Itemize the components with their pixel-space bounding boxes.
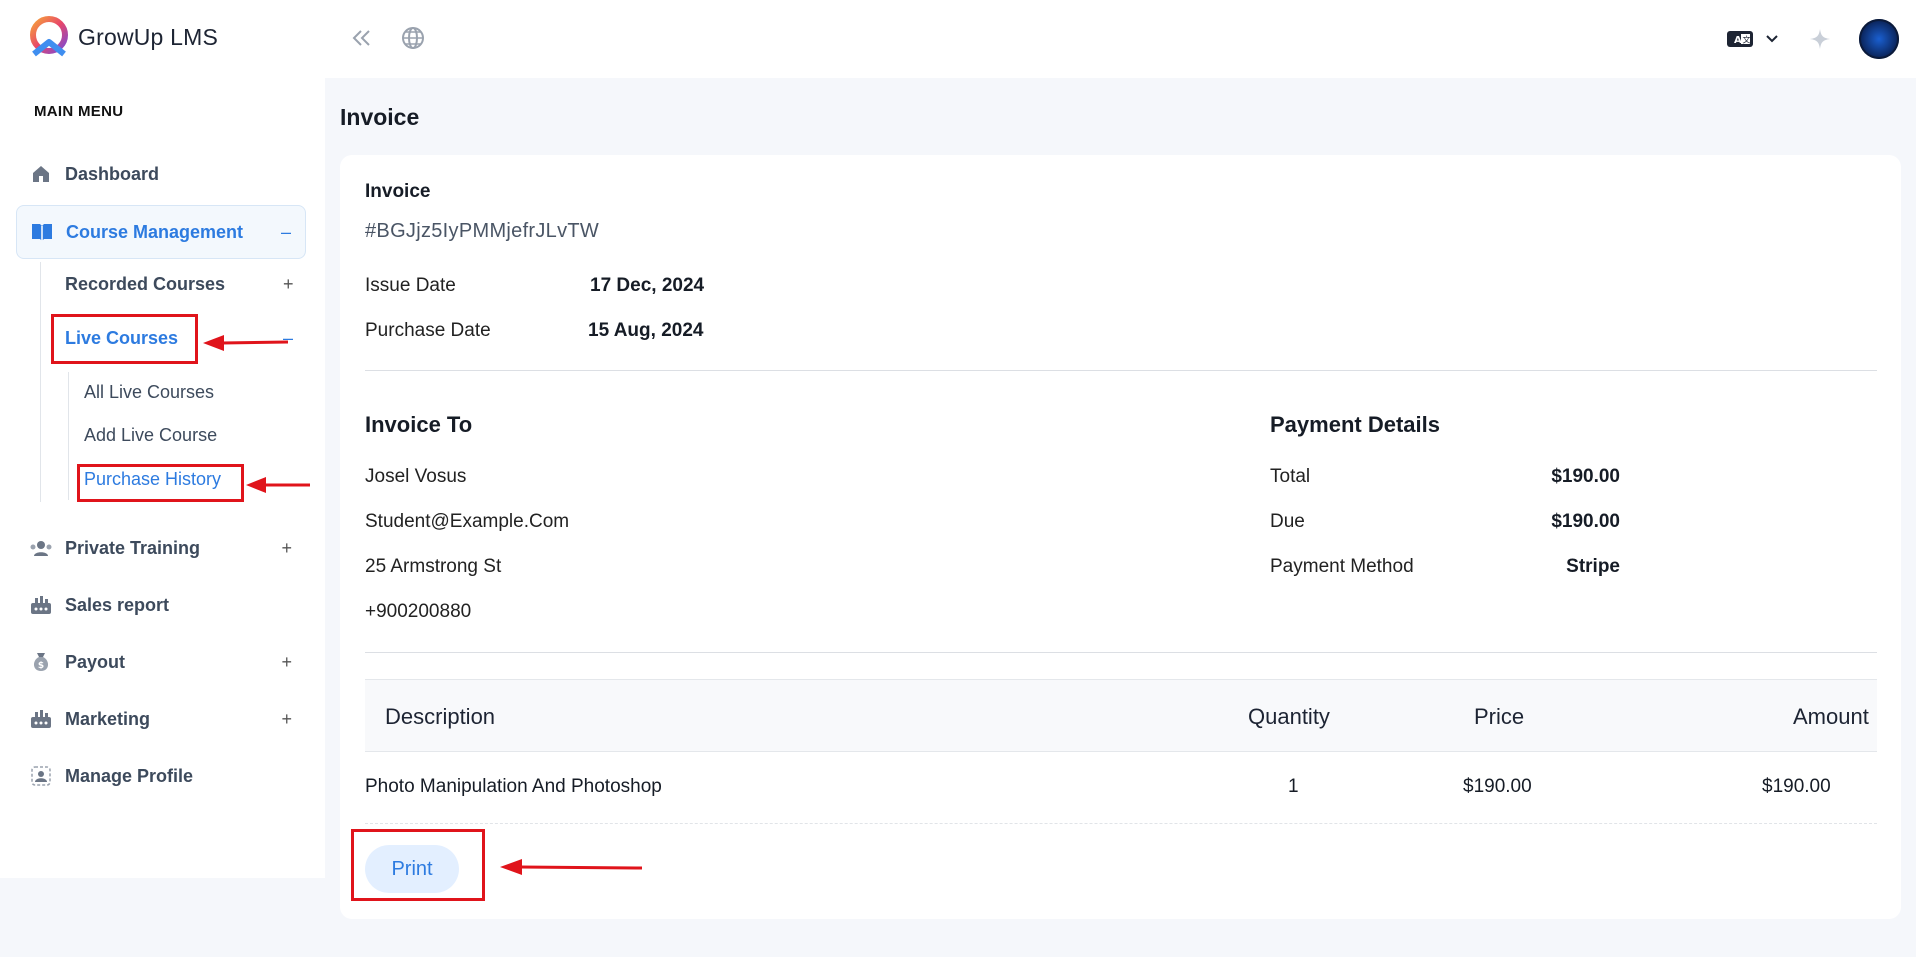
issue-date-label: Issue Date	[365, 275, 456, 296]
main-menu-heading: MAIN MENU	[34, 103, 124, 120]
row-price: $190.00	[1463, 776, 1532, 797]
svg-text:$: $	[38, 661, 44, 671]
payment-method-value: Stripe	[1566, 556, 1620, 577]
expand-toggle[interactable]: +	[281, 652, 292, 673]
users-icon	[29, 536, 53, 560]
customer-address: 25 Armstrong St	[365, 556, 502, 577]
submenu-rail	[40, 262, 41, 502]
sidebar-item-sales-report[interactable]: Sales report	[16, 578, 306, 632]
invoice-card	[340, 155, 1901, 919]
expand-toggle[interactable]: +	[283, 274, 294, 295]
home-icon	[29, 162, 53, 186]
sidebar-leaf-purchase-history[interactable]: Purchase History	[84, 469, 221, 490]
globe-icon[interactable]	[400, 25, 426, 51]
print-button[interactable]: Print	[365, 845, 459, 893]
customer-phone: +900200880	[365, 601, 472, 622]
sidebar: GrowUp LMS MAIN MENU Dashboard Course Ma…	[0, 0, 325, 878]
sparkle-icon[interactable]	[1807, 26, 1833, 52]
customer-email: Student@Example.Com	[365, 511, 570, 532]
sidebar-item-label: Course Management	[66, 221, 244, 242]
sidebar-item-dashboard[interactable]: Dashboard	[16, 147, 306, 201]
translate-icon[interactable]: A文	[1726, 27, 1754, 51]
payment-details-title: Payment Details	[1270, 412, 1440, 437]
invoice-to-title: Invoice To	[365, 412, 473, 437]
page-title: Invoice	[340, 104, 420, 130]
sidebar-item-label: Marketing	[65, 708, 151, 729]
payment-method-label: Payment Method	[1270, 556, 1414, 577]
sidebar-item-marketing[interactable]: Marketing +	[16, 692, 306, 746]
purchase-date-value: 15 Aug, 2024	[588, 320, 704, 341]
sidebar-item-label: Payout	[65, 651, 126, 672]
section-divider	[365, 652, 1877, 653]
app-logo[interactable]: GrowUp LMS	[26, 16, 218, 58]
section-divider	[365, 370, 1877, 371]
sidebar-item-label: Sales report	[65, 594, 170, 615]
invoice-label: Invoice	[365, 181, 431, 202]
issue-date-value: 17 Dec, 2024	[590, 275, 705, 296]
row-quantity: 1	[1288, 776, 1299, 797]
column-header-amount: Amount	[1793, 704, 1869, 729]
expand-toggle[interactable]: +	[281, 538, 292, 559]
collapse-toggle[interactable]: –	[283, 328, 293, 349]
top-bar	[325, 0, 1916, 78]
submenu-rail	[68, 372, 69, 500]
customer-name: Josel Vosus	[365, 466, 467, 487]
sidebar-subitem-label: Recorded Courses	[65, 274, 226, 294]
sidebar-item-label: Dashboard	[65, 163, 160, 184]
row-amount: $190.00	[1762, 776, 1831, 797]
collapse-toggle[interactable]: –	[281, 222, 291, 243]
svg-text:A: A	[1734, 35, 1742, 46]
sidebar-subitem-label: Live Courses	[65, 328, 179, 348]
total-label: Total	[1270, 466, 1311, 487]
sidebar-leaf-add-live-course[interactable]: Add Live Course	[84, 425, 217, 446]
due-label: Due	[1270, 511, 1305, 532]
column-header-quantity: Quantity	[1248, 704, 1330, 729]
column-header-description: Description	[385, 704, 496, 729]
app-name: GrowUp LMS	[78, 23, 219, 50]
sidebar-bottom-fill	[0, 878, 325, 957]
chevron-down-icon[interactable]	[1762, 30, 1782, 48]
sidebar-item-private-training[interactable]: Private Training +	[16, 521, 306, 575]
sidebar-subitem-recorded-courses[interactable]: Recorded Courses +	[65, 274, 294, 295]
svg-text:文: 文	[1743, 35, 1751, 45]
money-bag-icon: $	[29, 650, 53, 674]
sidebar-item-label: Manage Profile	[65, 765, 194, 786]
double-chevron-left-icon[interactable]	[350, 26, 374, 50]
logo-icon	[30, 16, 68, 57]
due-value: $190.00	[1551, 511, 1620, 532]
sidebar-item-manage-profile[interactable]: Manage Profile	[16, 749, 306, 803]
total-value: $190.00	[1551, 466, 1620, 487]
sidebar-leaf-all-live-courses[interactable]: All Live Courses	[84, 382, 214, 403]
sidebar-item-course-management[interactable]: Course Management –	[16, 205, 306, 259]
row-description: Photo Manipulation And Photoshop	[365, 776, 662, 797]
user-avatar[interactable]	[1859, 19, 1899, 59]
chart-icon	[29, 593, 53, 617]
sidebar-item-label: Private Training	[65, 537, 201, 558]
column-header-price: Price	[1474, 704, 1525, 729]
profile-icon	[29, 764, 53, 788]
megaphone-icon	[29, 707, 53, 731]
purchase-date-label: Purchase Date	[365, 320, 491, 341]
sidebar-subitem-live-courses[interactable]: Live Courses –	[65, 328, 293, 349]
row-divider	[365, 823, 1877, 824]
invoice-id: #BGJjz5IyPMMjefrJLvTW	[365, 220, 600, 242]
table-header: Description Quantity Price Amount	[365, 679, 1877, 752]
sidebar-item-payout[interactable]: $ Payout +	[16, 635, 306, 689]
expand-toggle[interactable]: +	[281, 709, 292, 730]
book-icon	[30, 220, 54, 244]
